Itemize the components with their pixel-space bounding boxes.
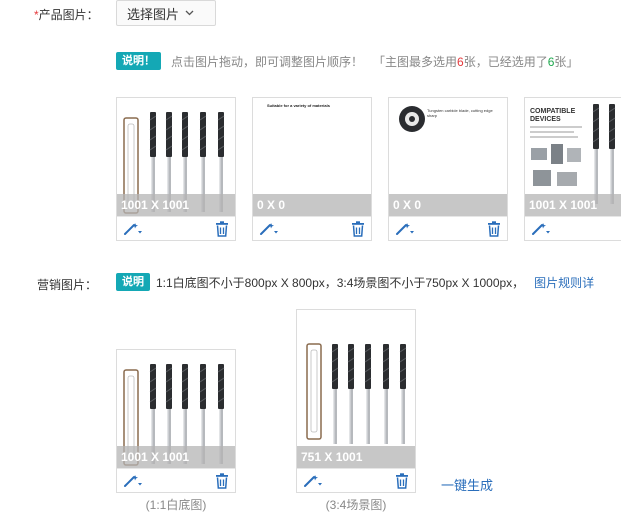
magic-wand-icon (123, 222, 143, 236)
image-dimension: 1001 X 1001 (117, 446, 235, 468)
image-limit-text: 「主图最多选用6张，已经选用了6张」 (373, 54, 579, 69)
product-images-label: *产品图片： (34, 6, 99, 23)
image-caption: (3:4场景图) (325, 498, 387, 512)
delete-image-button[interactable] (351, 221, 365, 237)
magic-wand-dropdown[interactable] (123, 222, 143, 236)
image-dimension: 0 X 0 (389, 194, 507, 216)
magic-wand-dropdown[interactable] (259, 222, 279, 236)
trash-icon (351, 221, 365, 237)
marketing-images-hint: 说明 1:1白底图不小于800px X 800px，3:4场景图不小于750px… (116, 273, 594, 291)
image-dimension: 1001 X 1001 (117, 194, 235, 216)
trash-icon (395, 473, 409, 489)
image-dimension: 0 X 0 (253, 194, 371, 216)
delete-image-button[interactable] (215, 473, 229, 489)
select-image-button[interactable]: 选择图片 (116, 0, 216, 26)
image-limit-max: 6 (457, 54, 464, 69)
image-dimension: 1001 X 1001 (525, 194, 621, 216)
product-image-card[interactable]: Tungsten carbide blade, cutting edge sha… (388, 97, 508, 241)
trash-icon (215, 473, 229, 489)
magic-wand-dropdown[interactable] (395, 222, 415, 236)
drag-hint-text: 点击图片拖动，即可调整图片顺序！ (171, 54, 364, 69)
chevron-down-icon (185, 10, 194, 16)
image-caption: (1:1白底图) (145, 498, 207, 512)
trash-icon (487, 221, 501, 237)
white-background-image-card[interactable]: 1001 X 1001 (116, 349, 236, 493)
trash-icon (215, 221, 229, 237)
marketing-size-hint: 1:1白底图不小于800px X 800px，3:4场景图不小于750px X … (156, 275, 525, 290)
notice-badge: 说明 (116, 273, 150, 291)
image-toolbar (117, 468, 235, 492)
magic-wand-icon (259, 222, 279, 236)
magic-wand-dropdown[interactable] (123, 474, 143, 488)
image-dimension: 751 X 1001 (297, 446, 415, 468)
one-click-generate-link[interactable]: 一键生成 (441, 475, 493, 494)
magic-wand-dropdown[interactable] (303, 474, 323, 488)
thumbnail-title: Tungsten carbide blade, cutting edge sha… (427, 108, 493, 118)
product-image-card[interactable]: Suitable for a variety of materials 0 X … (252, 97, 372, 241)
magic-wand-icon (531, 222, 551, 236)
magic-wand-dropdown[interactable] (531, 222, 551, 236)
notice-badge: 说明！ (116, 52, 161, 70)
delete-image-button[interactable] (215, 221, 229, 237)
magic-wand-icon (303, 474, 323, 488)
image-toolbar (117, 216, 235, 240)
magic-wand-icon (395, 222, 415, 236)
product-image-card[interactable]: COMPATIBLE DEVICES 1001 X 1001 (524, 97, 621, 241)
product-images-hint: 说明！ 点击图片拖动，即可调整图片顺序！ 「主图最多选用6张，已经选用了6张」 (116, 52, 578, 70)
image-rules-link[interactable]: 图片规则详 (534, 274, 594, 291)
image-toolbar (297, 468, 415, 492)
thumbnail-title: Suitable for a variety of materials (267, 103, 330, 108)
image-toolbar (525, 216, 621, 240)
select-image-button-label: 选择图片 (127, 6, 180, 22)
image-toolbar (253, 216, 371, 240)
magic-wand-icon (123, 474, 143, 488)
delete-image-button[interactable] (395, 473, 409, 489)
product-images-label-text: 产品图片： (38, 8, 99, 22)
marketing-images-label: 营销图片： (37, 278, 98, 292)
marketing-image-thumbnail (297, 310, 415, 468)
scene-image-card[interactable]: 751 X 1001 (296, 309, 416, 493)
image-toolbar (389, 216, 507, 240)
product-image-card[interactable]: 1001 X 1001 (116, 97, 236, 241)
delete-image-button[interactable] (487, 221, 501, 237)
